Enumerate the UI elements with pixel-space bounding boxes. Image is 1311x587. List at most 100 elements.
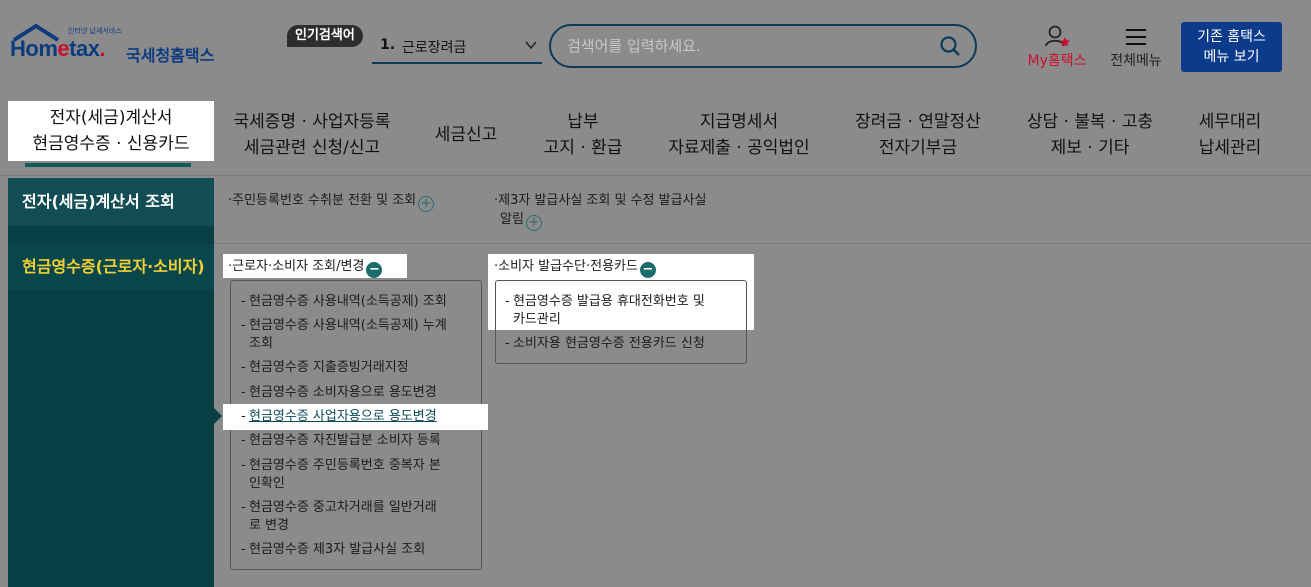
submenu-item-label: 현금영수증 사업자용으로 용도변경 [249, 409, 437, 424]
nav-tab-line1: 전자(세금)계산서 [49, 108, 173, 128]
group-title-label: 소비자 발급수단·전용카드 [498, 259, 638, 274]
nav-tab-payment-statements[interactable]: 지급명세서 자료제출 · 공익법인 [660, 94, 818, 176]
my-hometax-button[interactable]: My홈택스 [1020, 24, 1094, 74]
old-hometax-line2: 메뉴 보기 [1203, 49, 1260, 65]
dash: - [241, 360, 246, 375]
nav-tab-e-invoice-cash-receipt[interactable]: 전자(세금)계산서 현금영수증 · 신용카드 [8, 101, 214, 161]
old-hometax-line1: 기존 홈택스 [1197, 29, 1266, 45]
nav-tab-line2: 제보 · 기타 [1050, 138, 1130, 158]
nav-tab-line1: 세금신고 [434, 125, 498, 145]
logo-korean-name: 국세청홈택스 [126, 46, 215, 65]
link-label: 주민등록번호 수취분 전환 및 조회 [232, 193, 417, 208]
submenu-item-label-line2: 조회 [249, 336, 273, 351]
user-icon [1045, 25, 1070, 47]
submenu-item-used-car-change[interactable]: - 현금영수증 중고차거래를 일반거래로 변경 [241, 499, 473, 535]
hometax-logo[interactable]: 인터넷 납세서비스 Hometax. 국세청홈택스 [10, 24, 225, 72]
dash: - [241, 458, 246, 473]
section-divider [214, 243, 1311, 244]
nav-tab-payment-refund[interactable]: 납부 고지 · 환급 [530, 94, 636, 176]
nav-tab-line2: 현금영수증 · 신용카드 [32, 134, 190, 154]
logo-tagline: 인터넷 납세서비스 [68, 27, 122, 35]
submenu-item-dedicated-card-application[interactable]: - 소비자용 현금영수증 전용카드 신청 [505, 335, 741, 353]
dash: - [241, 294, 246, 309]
minus-icon[interactable]: − [639, 262, 656, 278]
submenu-item-usage-cumulative[interactable]: - 현금영수증 사용내역(소득공제) 누계조회 [241, 317, 473, 353]
nav-tab-line1: 국세증명 · 사업자등록 [233, 112, 391, 132]
dash: - [505, 294, 510, 309]
popular-search-select[interactable]: 1. 근로장려금 [372, 28, 542, 64]
submenu-item-label: 현금영수증 발급용 휴대전화번호 및 [513, 294, 705, 309]
nav-tab-tax-agent[interactable]: 세무대리 납세관리 [1186, 94, 1274, 176]
search-input[interactable] [567, 35, 927, 57]
active-tab-underline [25, 163, 191, 167]
dash: - [241, 385, 246, 400]
search-icon[interactable] [939, 35, 961, 57]
all-menu-button[interactable]: 전체메뉴 [1102, 24, 1170, 74]
group-title-consumer-inquiry[interactable]: ·근로자·소비자 조회/변경 − [228, 257, 383, 278]
search-box [549, 24, 977, 68]
nav-tab-certificates-registration[interactable]: 국세증명 · 사업자등록 세금관련 신청/신고 [224, 94, 400, 176]
main-navigation: 전자(세금)계산서 현금영수증 · 신용카드 국세증명 · 사업자등록 세금관련… [0, 94, 1311, 176]
side-item-e-invoice-inquiry[interactable]: 전자(세금)계산서 조회 [8, 178, 214, 226]
submenu-item-phone-card-management[interactable]: - 현금영수증 발급용 휴대전화번호 및카드관리 [505, 293, 741, 329]
submenu-item-label: 현금영수증 사용내역(소득공제) 조회 [249, 294, 447, 309]
plus-icon[interactable]: + [418, 196, 435, 212]
submenu-item-label: 현금영수증 사용내역(소득공제) 누계 [249, 318, 447, 333]
group-title-consumer-issuance-means[interactable]: ·소비자 발급수단·전용카드 − [494, 257, 656, 278]
nav-tab-incentives-year-end[interactable]: 장려금 · 연말정산 전자기부금 [842, 94, 994, 176]
chevron-down-icon [525, 41, 537, 50]
submenu-item-label: 현금영수증 자진발급분 소비자 등록 [249, 433, 441, 448]
popular-rank: 1. [380, 37, 396, 53]
submenu-item-label-line2: 인확인 [249, 476, 285, 491]
submenu-item-label: 현금영수증 중고차거래를 일반거래 [249, 500, 437, 515]
hamburger-menu-icon [1126, 29, 1146, 45]
nav-tab-line1: 세무대리 [1198, 112, 1262, 132]
submenu-item-usage-inquiry[interactable]: - 현금영수증 사용내역(소득공제) 조회 [241, 293, 473, 311]
link-label-line2: 알림 [500, 212, 524, 227]
link-label: 제3자 발급사실 조회 및 수정 발급사실 [498, 193, 707, 208]
nav-tab-consulting-appeals[interactable]: 상담 · 불복 · 고충 제보 · 기타 [1016, 94, 1164, 176]
link-third-party-issuance[interactable]: ·제3자 발급사실 조회 및 수정 발급사실 알림 + [494, 191, 706, 231]
dash: - [241, 542, 246, 557]
submenu-item-change-to-consumer[interactable]: - 현금영수증 소비자용으로 용도변경 [241, 384, 473, 402]
nav-tab-line2: 세금관련 신청/신고 [243, 138, 381, 158]
dash: - [241, 500, 246, 515]
submenu-item-self-issued-registration[interactable]: - 현금영수증 자진발급분 소비자 등록 [241, 432, 473, 450]
side-navigation: 전자(세금)계산서 조회 현금영수증(근로자·소비자) [8, 178, 214, 587]
submenu-item-label: 현금영수증 주민등록번호 중복자 본 [249, 458, 441, 473]
submenu-item-duplicate-verification[interactable]: - 현금영수증 주민등록번호 중복자 본인확인 [241, 457, 473, 493]
nav-tab-line2: 자료제출 · 공익법인 [668, 138, 810, 158]
submenu-item-label-line2: 로 변경 [249, 518, 290, 533]
dash: - [241, 318, 246, 333]
submenu-item-label: 소비자용 현금영수증 전용카드 신청 [513, 336, 705, 351]
group-title-label: 근로자·소비자 조회/변경 [232, 259, 365, 274]
popular-search-badge: 인기검색어 [287, 25, 363, 47]
nav-tab-line1: 상담 · 불복 · 고충 [1026, 112, 1154, 132]
submenu-item-label-line2: 카드관리 [513, 312, 561, 327]
submenu-item-change-to-business[interactable]: - 현금영수증 사업자용으로 용도변경 [241, 408, 473, 426]
submenu-item-label: 현금영수증 제3자 발급사실 조회 [249, 542, 426, 557]
nav-tab-line1: 납부 [567, 112, 599, 132]
nav-tab-line1: 지급명세서 [699, 112, 779, 132]
dash: - [241, 409, 246, 424]
logo-wordmark: Hometax. [10, 36, 106, 61]
old-hometax-menu-button[interactable]: 기존 홈택스 메뉴 보기 [1181, 22, 1282, 72]
nav-tab-line2: 고지 · 환급 [543, 138, 623, 158]
submenu-item-third-party-inquiry[interactable]: - 현금영수증 제3자 발급사실 조회 [241, 541, 473, 559]
nav-tab-line1: 장려금 · 연말정산 [855, 112, 981, 132]
nav-tab-tax-filing[interactable]: 세금신고 [418, 94, 514, 176]
popular-term: 근로장려금 [402, 40, 467, 56]
link-resident-number-conversion[interactable]: ·주민등록번호 수취분 전환 및 조회 + [228, 191, 435, 212]
header: 인터넷 납세서비스 Hometax. 국세청홈택스 인기검색어 1. 근로장려금… [0, 0, 1311, 94]
minus-icon[interactable]: − [366, 262, 383, 278]
plus-icon[interactable]: + [525, 215, 542, 231]
nav-tab-line2: 납세관리 [1198, 138, 1262, 158]
submenu-item-label: 현금영수증 소비자용으로 용도변경 [249, 385, 437, 400]
dash: - [505, 336, 510, 351]
side-item-cash-receipt-consumer[interactable]: 현금영수증(근로자·소비자) [8, 244, 214, 290]
submenu-item-label: 현금영수증 지출증빙거래지정 [249, 360, 409, 375]
current-item-arrow [214, 408, 222, 424]
all-menu-label: 전체메뉴 [1110, 53, 1162, 69]
submenu-item-expense-evidence[interactable]: - 현금영수증 지출증빙거래지정 [241, 359, 473, 377]
dash: - [241, 433, 246, 448]
